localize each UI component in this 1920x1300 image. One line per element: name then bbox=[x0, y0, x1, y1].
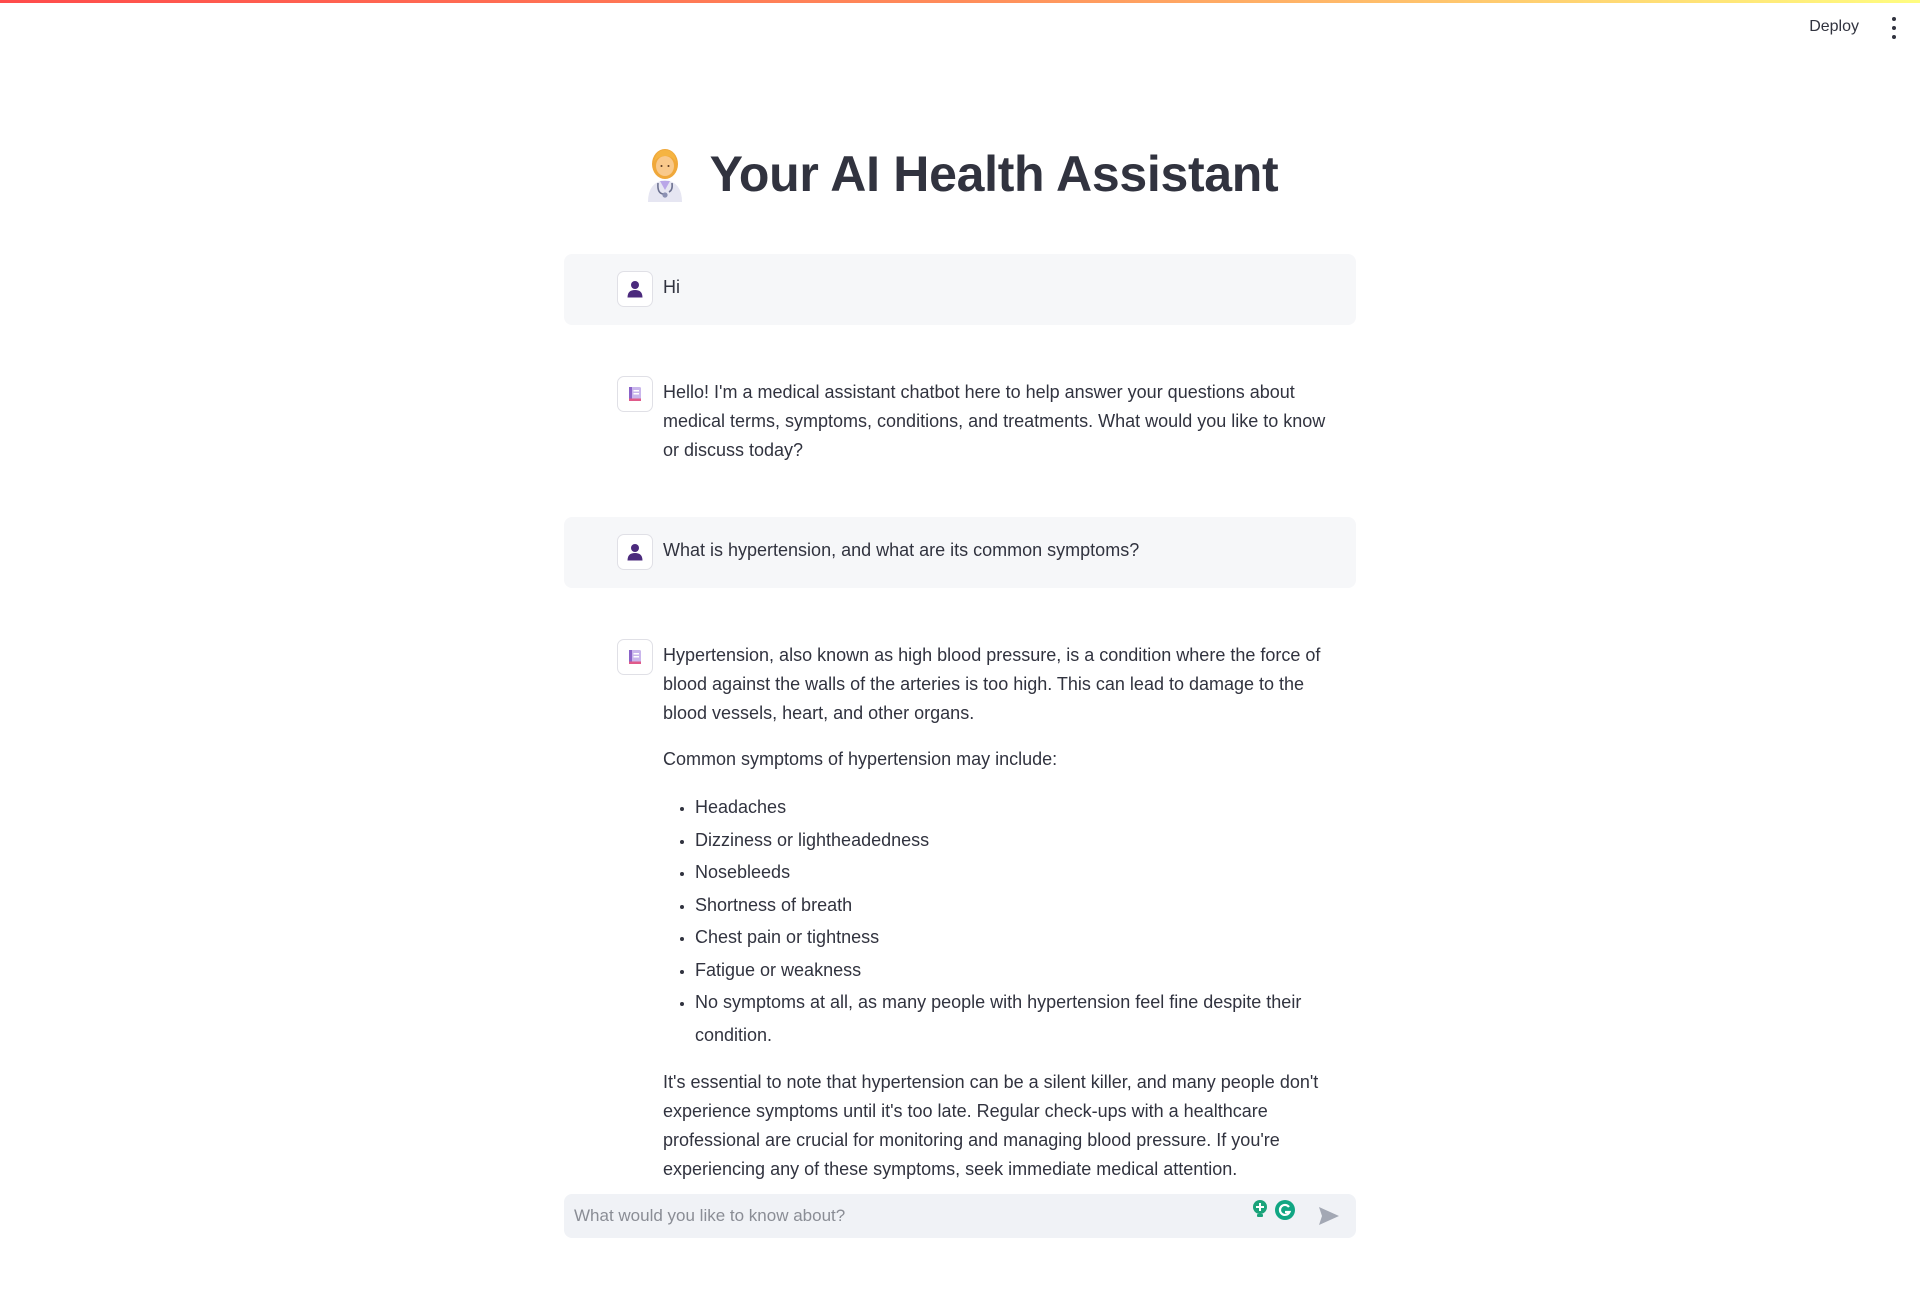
grammarly-icon[interactable] bbox=[1274, 1199, 1296, 1221]
message-outro: It's essential to note that hypertension… bbox=[663, 1072, 1319, 1179]
page-header: Your AI Health Assistant bbox=[0, 145, 1920, 207]
message-text: Hello! I'm a medical assistant chatbot h… bbox=[663, 377, 1340, 465]
list-item: Nosebleeds bbox=[695, 856, 1340, 889]
send-icon bbox=[1319, 1207, 1339, 1225]
chat-input[interactable] bbox=[564, 1206, 1356, 1226]
symptom-list: Headaches Dizziness or lightheadedness N… bbox=[663, 791, 1340, 1051]
user-icon bbox=[627, 281, 643, 298]
message-text: Hi bbox=[663, 277, 680, 297]
message-text: What is hypertension, and what are its c… bbox=[663, 540, 1140, 560]
list-item: Fatigue or weakness bbox=[695, 954, 1340, 987]
user-icon bbox=[627, 544, 643, 561]
user-avatar bbox=[617, 534, 653, 570]
chat-message-assistant: Hypertension, also known as high blood p… bbox=[564, 622, 1356, 1202]
page-title: Your AI Health Assistant bbox=[709, 146, 1279, 202]
send-button[interactable] bbox=[1314, 1202, 1344, 1230]
list-item: Chest pain or tightness bbox=[695, 921, 1340, 954]
extension-icons bbox=[1250, 1199, 1296, 1221]
user-avatar bbox=[617, 271, 653, 307]
woman-health-worker-icon bbox=[647, 149, 682, 202]
more-vertical-icon[interactable] bbox=[1886, 17, 1902, 39]
list-item: No symptoms at all, as many people with … bbox=[695, 986, 1340, 1051]
list-item: Shortness of breath bbox=[695, 889, 1340, 922]
message-text: Hypertension, also known as high blood p… bbox=[663, 640, 1340, 1184]
app-header: Deploy bbox=[0, 3, 1920, 53]
message-intro: Hypertension, also known as high blood p… bbox=[663, 645, 1321, 723]
assistant-avatar bbox=[617, 639, 653, 675]
lightbulb-icon[interactable] bbox=[1250, 1199, 1270, 1221]
chat-input-container bbox=[564, 1194, 1356, 1238]
chat-message-user: Hi bbox=[564, 254, 1356, 325]
chat-history: Hi Hello! I'm a medical assistant chatbo… bbox=[564, 254, 1356, 1236]
assistant-icon bbox=[629, 387, 641, 401]
list-item: Headaches bbox=[695, 791, 1340, 824]
message-lead: Common symptoms of hypertension may incl… bbox=[663, 749, 1058, 769]
deploy-button[interactable]: Deploy bbox=[1803, 17, 1865, 37]
chat-message-user: What is hypertension, and what are its c… bbox=[564, 517, 1356, 588]
list-item: Dizziness or lightheadedness bbox=[695, 824, 1340, 857]
assistant-icon bbox=[629, 650, 641, 664]
chat-message-assistant: Hello! I'm a medical assistant chatbot h… bbox=[564, 359, 1356, 483]
assistant-avatar bbox=[617, 376, 653, 412]
page-title-wrapper: Your AI Health Assistant bbox=[642, 145, 1279, 203]
message-paragraph: Hello! I'm a medical assistant chatbot h… bbox=[663, 382, 1326, 460]
